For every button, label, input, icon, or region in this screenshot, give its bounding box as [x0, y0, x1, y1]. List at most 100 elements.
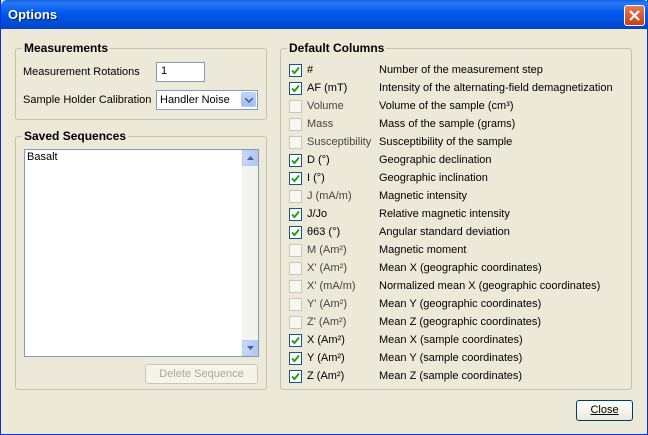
options-dialog: Options Measurements Measurement Rotatio… — [0, 0, 648, 435]
column-option-row[interactable]: D (°) Geographic declination — [281, 152, 631, 170]
chevron-down-icon[interactable] — [241, 92, 256, 107]
column-description: Mean Z (geographic coordinates) — [379, 316, 542, 328]
list-item[interactable]: Basalt — [27, 151, 58, 163]
column-name: Volume — [307, 100, 344, 112]
column-name: X' (mA/m) — [307, 280, 356, 292]
column-checkbox[interactable] — [289, 262, 302, 275]
calibration-select[interactable]: Handler Noise — [156, 90, 258, 110]
column-checkbox[interactable] — [289, 280, 302, 293]
column-description: Mean Z (sample coordinates) — [379, 370, 523, 382]
column-option-row[interactable]: M (Am²) Magnetic moment — [281, 242, 631, 260]
checkmark-icon — [291, 66, 300, 75]
column-checkbox[interactable] — [289, 226, 302, 239]
column-option-row[interactable]: Z' (Am²) Mean Z (geographic coordinates) — [281, 314, 631, 332]
column-option-row[interactable]: J/Jo Relative magnetic intensity — [281, 206, 631, 224]
delete-sequence-button[interactable]: Delete Sequence — [145, 364, 258, 384]
column-description: Intensity of the alternating-field demag… — [379, 82, 613, 94]
column-description: Magnetic moment — [379, 244, 467, 256]
column-name: X' (Am²) — [307, 262, 347, 274]
checkmark-icon — [291, 372, 300, 381]
column-checkbox[interactable] — [289, 154, 302, 167]
checkmark-icon — [291, 210, 300, 219]
column-name: Y (Am²) — [307, 352, 345, 364]
column-option-row[interactable]: # Number of the measurement step — [281, 62, 631, 80]
column-checkbox[interactable] — [289, 334, 302, 347]
column-name: D (°) — [307, 154, 330, 166]
column-name: M (Am²) — [307, 244, 347, 256]
close-button-label: Close — [590, 404, 619, 416]
column-checkbox[interactable] — [289, 136, 302, 149]
column-name: Mass — [307, 118, 334, 130]
column-checkbox[interactable] — [289, 298, 302, 311]
default-columns-group: Default Columns # Number of the measureme… — [280, 41, 632, 390]
column-option-row[interactable]: Susceptibility Susceptibility of the samp… — [281, 134, 631, 152]
column-checkbox[interactable] — [289, 244, 302, 257]
saved-sequences-group: Saved Sequences Basalt Delete Sequence — [15, 129, 267, 390]
rotations-input[interactable]: 1 — [156, 62, 205, 82]
column-option-row[interactable]: X (Am²) Mean X (sample coordinates) — [281, 332, 631, 350]
checkmark-icon — [291, 174, 300, 183]
sequences-list[interactable]: Basalt — [24, 149, 259, 357]
column-name: Z' (Am²) — [307, 316, 347, 328]
checkmark-icon — [291, 84, 300, 93]
column-checkbox[interactable] — [289, 100, 302, 113]
checkmark-icon — [291, 228, 300, 237]
column-description: Magnetic intensity — [379, 190, 468, 202]
column-checkbox[interactable] — [289, 370, 302, 383]
column-name: θ63 (°) — [307, 226, 341, 238]
column-name: Z (Am²) — [307, 370, 345, 382]
column-name: AF (mT) — [307, 82, 348, 94]
scroll-up-button[interactable] — [242, 150, 258, 166]
scroll-down-button[interactable] — [242, 340, 258, 356]
column-option-row[interactable]: J (mA/m) Magnetic intensity — [281, 188, 631, 206]
column-checkbox[interactable] — [289, 316, 302, 329]
calibration-value: Handler Noise — [160, 94, 230, 106]
column-option-row[interactable]: X' (mA/m) Normalized mean X (geographic c… — [281, 278, 631, 296]
column-name: J/Jo — [307, 208, 328, 220]
column-description: Geographic inclination — [379, 172, 488, 184]
checkmark-icon — [291, 336, 300, 345]
column-checkbox[interactable] — [289, 352, 302, 365]
close-button[interactable]: Close — [576, 400, 633, 421]
column-option-row[interactable]: θ63 (°) Angular standard deviation — [281, 224, 631, 242]
column-description: Relative magnetic intensity — [379, 208, 510, 220]
column-option-row[interactable]: Z (Am²) Mean Z (sample coordinates) — [281, 368, 631, 386]
column-name: I (°) — [307, 172, 325, 184]
calibration-label: Sample Holder Calibration — [23, 94, 152, 106]
column-description: Number of the measurement step — [379, 64, 543, 76]
column-checkbox[interactable] — [289, 190, 302, 203]
column-checkbox[interactable] — [289, 208, 302, 221]
column-name: Susceptibility — [307, 136, 372, 148]
column-description: Mean Y (sample coordinates) — [379, 352, 523, 364]
sequences-scrollbar[interactable] — [242, 150, 258, 356]
column-description: Mean X (geographic coordinates) — [379, 262, 542, 274]
column-description: Mass of the sample (grams) — [379, 118, 516, 130]
column-checkbox[interactable] — [289, 82, 302, 95]
close-window-button[interactable] — [624, 5, 645, 26]
column-description: Angular standard deviation — [379, 226, 510, 238]
column-checkbox[interactable] — [289, 64, 302, 77]
checkmark-icon — [291, 156, 300, 165]
column-name: J (mA/m) — [307, 190, 352, 202]
measurements-group-title: Measurements — [22, 41, 111, 55]
column-option-row[interactable]: X' (Am²) Mean X (geographic coordinates) — [281, 260, 631, 278]
column-option-row[interactable]: Volume Volume of the sample (cm³) — [281, 98, 631, 116]
column-option-row[interactable]: Y (Am²) Mean Y (sample coordinates) — [281, 350, 631, 368]
column-checkbox[interactable] — [289, 118, 302, 131]
rotations-value: 1 — [161, 65, 168, 77]
sequences-group-title: Saved Sequences — [22, 129, 129, 143]
column-option-row[interactable]: Mass Mass of the sample (grams) — [281, 116, 631, 134]
column-option-row[interactable]: I (°) Geographic inclination — [281, 170, 631, 188]
column-name: Y' (Am²) — [307, 298, 347, 310]
column-option-row[interactable]: AF (mT) Intensity of the alternating-fiel… — [281, 80, 631, 98]
column-description: Susceptibility of the sample — [379, 136, 513, 148]
checkmark-icon — [291, 354, 300, 363]
column-option-row[interactable]: Y' (Am²) Mean Y (geographic coordinates) — [281, 296, 631, 314]
column-name: # — [307, 64, 314, 76]
title-bar[interactable]: Options — [1, 0, 648, 29]
column-description: Volume of the sample (cm³) — [379, 100, 514, 112]
column-description: Normalized mean X (geographic coordinate… — [379, 280, 601, 292]
measurements-group: Measurements Measurement Rotations 1 Sam… — [15, 41, 267, 120]
column-checkbox[interactable] — [289, 172, 302, 185]
column-description: Mean Y (geographic coordinates) — [379, 298, 542, 310]
